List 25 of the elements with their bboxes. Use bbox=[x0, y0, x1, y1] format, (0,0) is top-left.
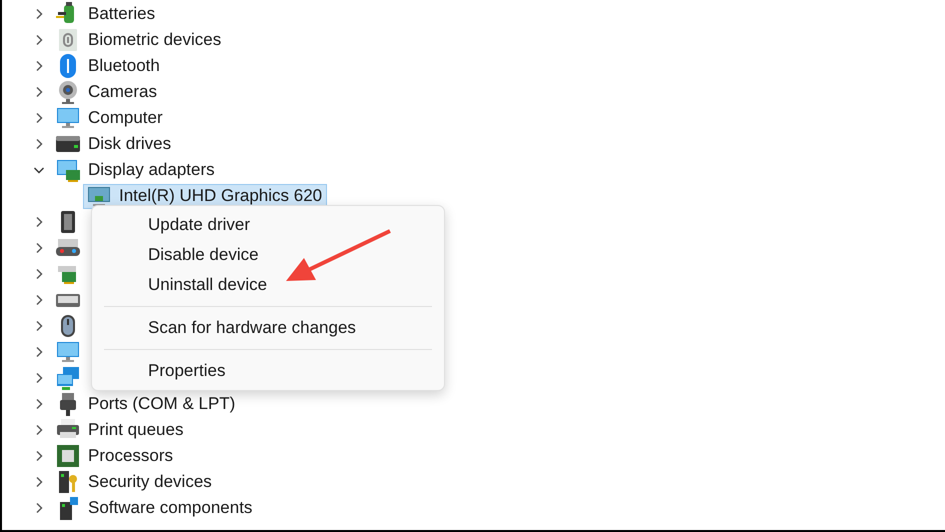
monitor-icon bbox=[56, 106, 80, 130]
tree-item[interactable]: Print queues bbox=[88, 420, 184, 440]
tree-item[interactable]: Disk drives bbox=[88, 134, 172, 154]
menu-item[interactable]: Update driver bbox=[92, 210, 444, 240]
tree-item[interactable]: Ports (COM & LPT) bbox=[88, 394, 236, 414]
tree-item[interactable]: Bluetooth bbox=[88, 56, 160, 76]
tree-item[interactable]: Processors bbox=[88, 446, 174, 466]
menu-item[interactable]: Scan for hardware changes bbox=[92, 313, 444, 343]
tree-item[interactable]: Display adapters bbox=[88, 160, 215, 180]
tree-item[interactable]: Computer bbox=[88, 108, 163, 128]
monitor-icon bbox=[56, 340, 80, 364]
security-icon bbox=[56, 470, 80, 494]
menu-item[interactable]: Properties bbox=[92, 356, 444, 386]
tree-item[interactable]: Batteries bbox=[88, 4, 156, 24]
tree-item[interactable]: Cameras bbox=[88, 82, 157, 102]
webcam-icon bbox=[56, 80, 80, 104]
monitor-icon bbox=[87, 184, 111, 208]
processor-icon bbox=[56, 444, 80, 468]
network-icon bbox=[56, 366, 80, 390]
menu-item[interactable]: Uninstall device bbox=[92, 270, 444, 300]
display-adapter-icon bbox=[56, 158, 80, 182]
tree-item[interactable]: Biometric devices bbox=[88, 30, 222, 50]
tree-item[interactable]: Security devices bbox=[88, 472, 212, 492]
menu-item[interactable]: Disable device bbox=[92, 240, 444, 270]
tree-item[interactable]: Software components bbox=[88, 498, 252, 518]
